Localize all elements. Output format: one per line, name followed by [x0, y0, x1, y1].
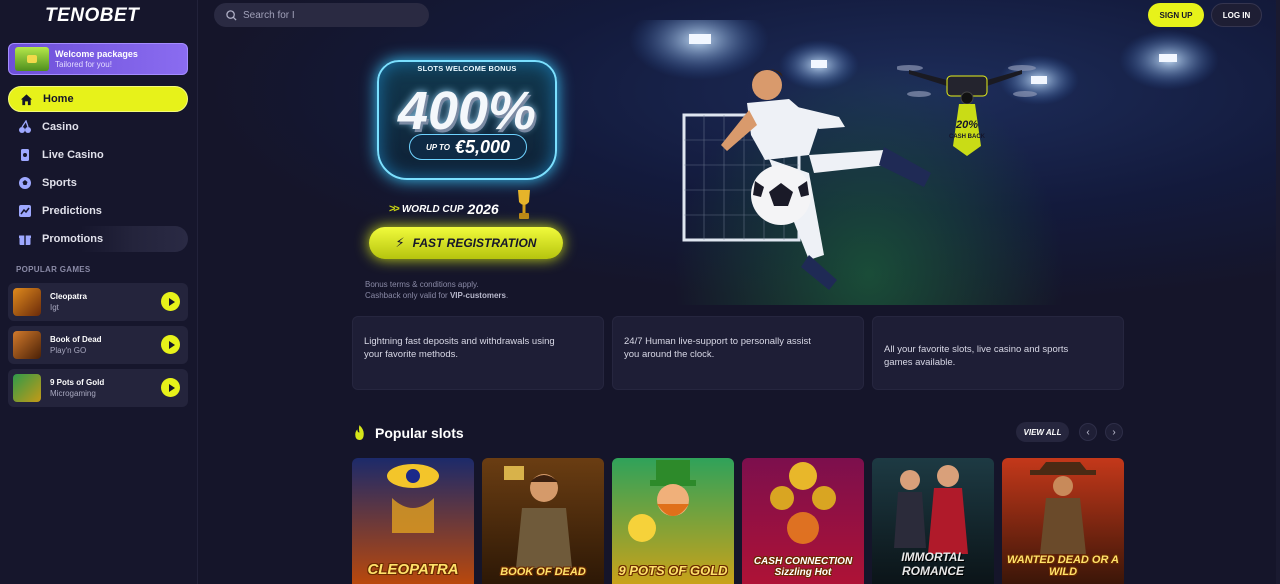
cherries-icon — [18, 120, 32, 134]
play-icon[interactable] — [161, 378, 180, 397]
sidebar-item-label: Casino — [42, 121, 79, 133]
search-input[interactable] — [243, 9, 413, 21]
sidebar-item-promotions[interactable]: Promotions — [8, 226, 188, 252]
game-provider: Play'n GO — [50, 346, 87, 355]
search-bar[interactable] — [214, 3, 429, 27]
bonus-badge-title: SLOTS WELCOME BONUS — [417, 64, 517, 73]
cashback-label: CASH BACK — [949, 134, 986, 140]
slot-title: IMMORTAL ROMANCE — [901, 550, 965, 578]
welcome-packages-card[interactable]: Welcome packages Tailored for you! — [8, 43, 188, 75]
sidebar-item-label: Predictions — [42, 205, 102, 217]
feature-card-deposits: Lightning fast deposits and withdrawals … — [352, 316, 604, 390]
slot-card-cleopatra[interactable]: CLEOPATRA — [352, 458, 474, 584]
sidebar-item-live-casino[interactable]: Live Casino — [8, 142, 188, 168]
double-chevron-icon: >> — [389, 203, 400, 215]
feature-card-support: 24/7 Human live-support to personally as… — [612, 316, 864, 390]
slot-title: 9 POTS OF GOLD — [618, 563, 728, 578]
sidebar-item-predictions[interactable]: Predictions — [8, 198, 188, 224]
bonus-amount: €5,000 — [454, 136, 511, 157]
list-item[interactable]: 9 Pots of Gold Microgaming — [8, 369, 188, 407]
fast-registration-button[interactable]: ⚡ FAST REGISTRATION — [369, 227, 563, 259]
terms-line-1: Bonus terms & conditions apply. — [365, 280, 479, 289]
game-name: Book of Dead — [50, 335, 102, 344]
hero-banner: 20% CASH BACK SLOTS WELCOME BONUS 400% U… — [199, 0, 1276, 305]
feature-text: 24/7 Human live-support to personally as… — [624, 336, 811, 360]
sidebar-item-label: Live Casino — [42, 149, 104, 161]
sidebar: TENOBET Welcome packages Tailored for yo… — [0, 0, 198, 584]
popular-slots-title: Popular slots — [375, 424, 464, 441]
slot-card-wanted[interactable]: WANTED DEAD OR A WILD — [1002, 458, 1124, 584]
popular-games-list: Cleopatra Igt Book of Dead Play'n GO 9 P… — [8, 283, 188, 412]
fast-registration-label: FAST REGISTRATION — [412, 236, 537, 250]
sidebar-item-label: Home — [43, 93, 74, 105]
game-name: Cleopatra — [50, 292, 87, 301]
slot-title: CASH CONNECTION Sizzling Hot — [753, 556, 853, 578]
game-thumbnail — [13, 331, 41, 359]
sidebar-nav: Home Casino Live Casino Sports Predictio… — [8, 86, 188, 254]
game-provider: Igt — [50, 303, 59, 312]
drone-illustration: 20% CASH BACK — [897, 65, 1037, 156]
world-cup-text: WORLD CUP — [401, 203, 464, 215]
page-scrollbar[interactable] — [1276, 0, 1280, 584]
search-icon — [226, 9, 237, 21]
up-to-label: UP TO — [425, 142, 450, 152]
feature-card-games: All your favorite slots, live casino and… — [872, 316, 1124, 390]
slot-card-book-of-dead[interactable]: BOOK OF DEAD — [482, 458, 604, 584]
sidebar-item-sports[interactable]: Sports — [8, 170, 188, 196]
promo-subtitle: Tailored for you! — [55, 60, 112, 69]
sidebar-item-home[interactable]: Home — [8, 86, 188, 112]
soccer-ball-icon — [18, 176, 32, 190]
trophy-icon — [518, 190, 530, 219]
list-item[interactable]: Cleopatra Igt — [8, 283, 188, 321]
slot-title: WANTED DEAD OR A WILD — [1006, 554, 1120, 578]
chevron-right-icon[interactable]: › — [1105, 423, 1123, 441]
world-cup-year: 2026 — [467, 201, 499, 217]
vip-customers-text: VIP-customers — [449, 291, 506, 300]
home-icon — [19, 92, 33, 106]
play-icon[interactable] — [161, 292, 180, 311]
game-thumbnail — [13, 288, 41, 316]
slot-title: CLEOPATRA — [367, 561, 459, 578]
lightning-icon: ⚡ — [395, 235, 405, 250]
popular-slots-heading: Popular slots — [352, 424, 464, 441]
bonus-amount-pill: UP TO €5,000 — [409, 134, 527, 160]
chevron-left-icon[interactable]: ‹ — [1079, 423, 1097, 441]
slot-title: BOOK OF DEAD — [500, 566, 586, 578]
sidebar-item-label: Sports — [42, 177, 77, 189]
feature-text: Lightning fast deposits and withdrawals … — [364, 336, 555, 360]
slot-card-cash-connection[interactable]: CASH CONNECTION Sizzling Hot — [742, 458, 864, 584]
cashback-percent: 20% — [955, 119, 978, 131]
terms-line-2: Cashback only valid for VIP-customers. — [365, 290, 508, 301]
game-name: 9 Pots of Gold — [50, 378, 105, 387]
sign-up-button[interactable]: SIGN UP — [1148, 3, 1204, 27]
bonus-terms: Bonus terms & conditions apply. Cashback… — [365, 279, 508, 301]
game-provider: Microgaming — [50, 389, 96, 398]
view-all-button[interactable]: VIEW ALL — [1016, 422, 1069, 442]
terms-suffix: . — [505, 291, 509, 300]
promo-title: Welcome packages — [55, 49, 138, 59]
log-in-button[interactable]: LOG IN — [1211, 3, 1262, 27]
sidebar-item-label: Promotions — [42, 233, 104, 245]
popular-games-heading: POPULAR GAMES — [16, 265, 91, 274]
terms-prefix: Cashback only valid for — [365, 291, 450, 300]
treasure-chest-icon — [15, 47, 49, 71]
gift-icon — [18, 232, 32, 246]
play-icon[interactable] — [161, 335, 180, 354]
chart-icon — [18, 204, 32, 218]
sidebar-item-casino[interactable]: Casino — [8, 114, 188, 140]
slot-card-9-pots-of-gold[interactable]: 9 POTS OF GOLD — [612, 458, 734, 584]
slot-card-immortal-romance[interactable]: IMMORTAL ROMANCE — [872, 458, 994, 584]
flame-icon — [355, 425, 364, 440]
feature-text: All your favorite slots, live casino and… — [884, 344, 1069, 368]
game-thumbnail — [13, 374, 41, 402]
list-item[interactable]: Book of Dead Play'n GO — [8, 326, 188, 364]
live-casino-icon — [18, 148, 32, 162]
bonus-percent: 400% — [397, 81, 537, 141]
tenobet-logo[interactable]: TENOBET — [45, 5, 155, 27]
